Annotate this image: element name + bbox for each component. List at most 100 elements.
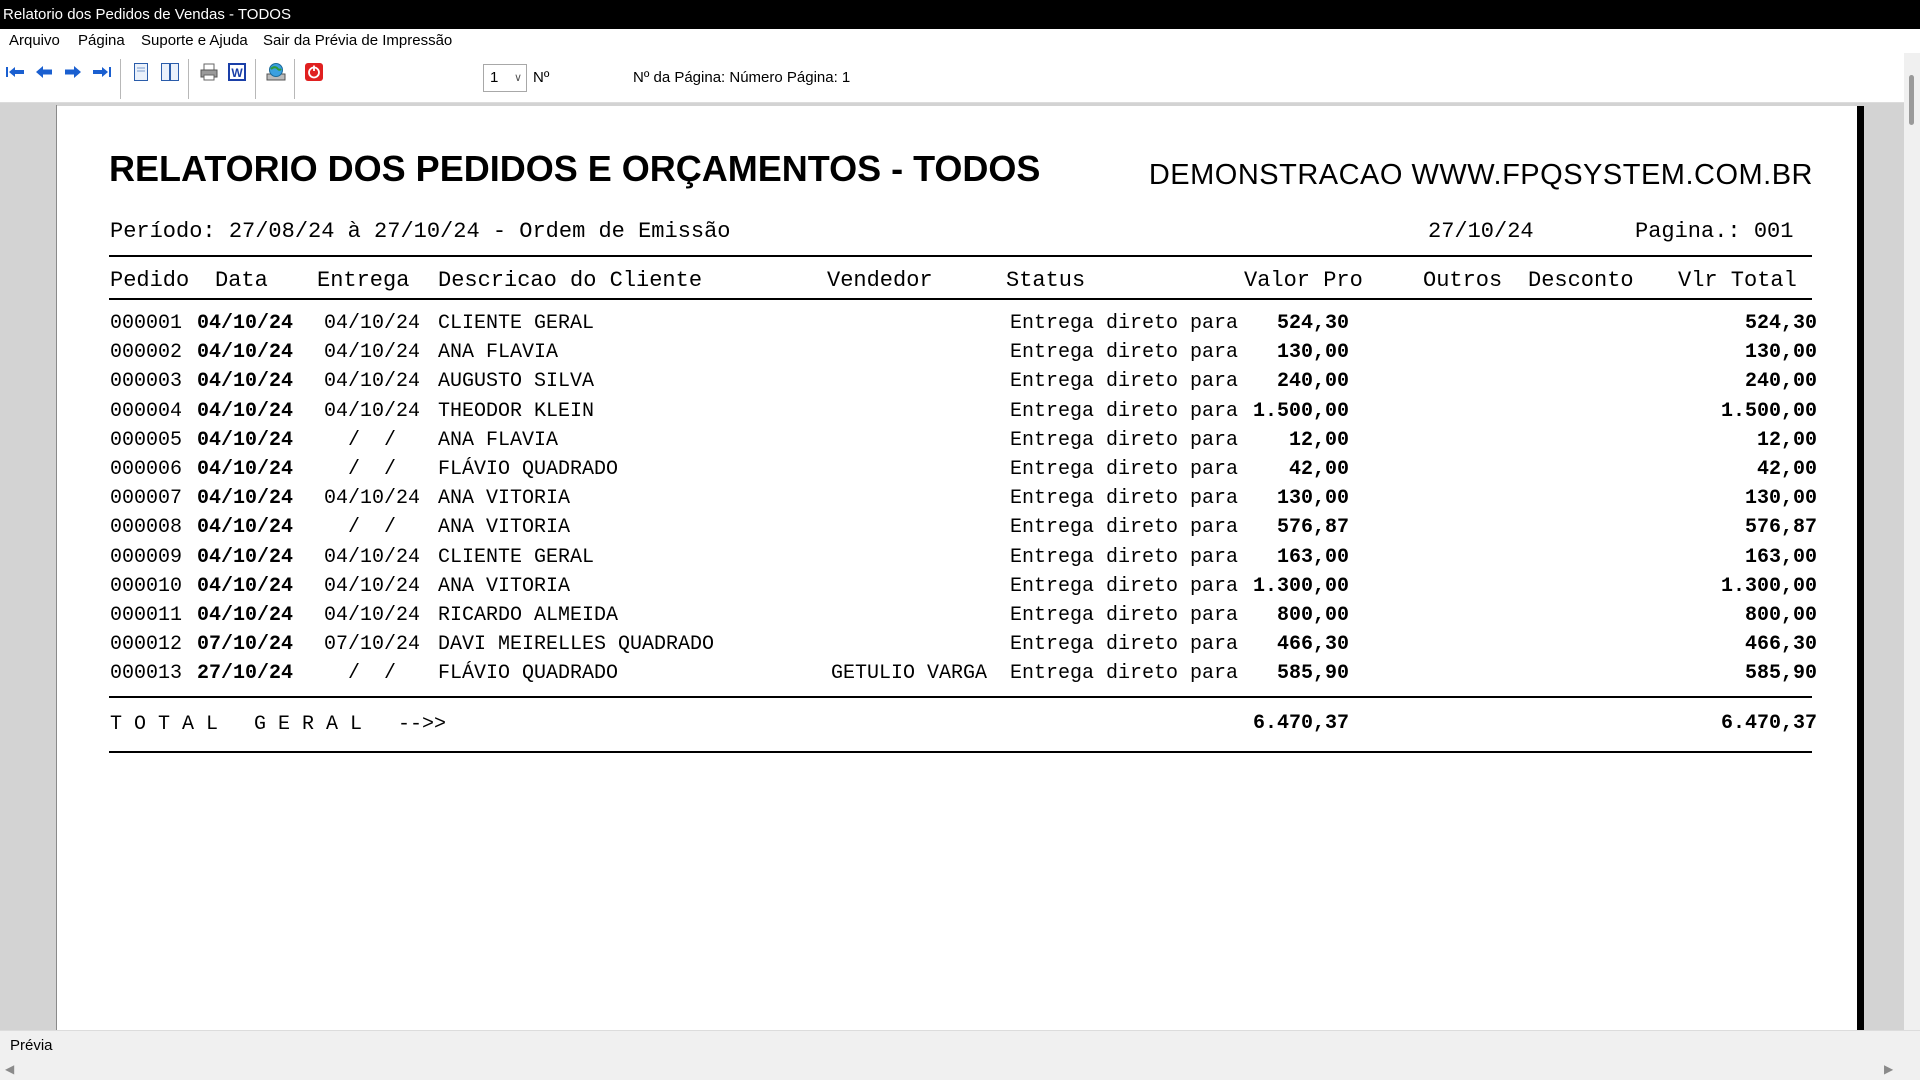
cell-data: 04/10/24 — [197, 458, 294, 481]
report-page: RELATORIO DOS PEDIDOS E ORÇAMENTOS - TOD… — [57, 106, 1864, 1030]
cell-pedido: 000010 — [110, 574, 183, 598]
col-header-entrega: Entrega — [317, 268, 410, 293]
single-page-icon[interactable] — [130, 61, 152, 83]
toolbar-separator — [188, 59, 189, 99]
page-number-value: 1 — [490, 69, 499, 86]
two-page-icon[interactable] — [159, 61, 181, 83]
cell-data: 04/10/24 — [197, 428, 294, 452]
report-page-number: Pagina.: 001 — [1635, 219, 1794, 244]
scroll-right-icon[interactable]: ▶ — [1884, 1062, 1893, 1076]
print-icon[interactable] — [198, 61, 220, 83]
menu-suporte-ajuda[interactable]: Suporte e Ajuda — [141, 29, 248, 53]
col-header-valor: Valor Pro — [1244, 268, 1363, 293]
cell-entrega: 04/10/24 — [324, 312, 421, 335]
page-number-suffix: Nº — [533, 69, 550, 86]
cell-data: 04/10/24 — [197, 516, 294, 540]
last-page-icon[interactable] — [91, 61, 113, 83]
next-page-icon[interactable] — [62, 61, 84, 83]
preview-viewport[interactable]: RELATORIO DOS PEDIDOS E ORÇAMENTOS - TOD… — [0, 103, 1904, 1030]
total-bottom-rule — [109, 751, 1812, 753]
page-number-select[interactable]: 1 ∨ — [483, 64, 527, 92]
col-header-cliente: Descricao do Cliente — [438, 268, 703, 293]
cell-valor: 576,87 — [1276, 516, 1349, 540]
header-top-rule — [109, 255, 1812, 257]
cell-cliente: CLIENTE GERAL — [438, 312, 595, 335]
cell-pedido: 000004 — [110, 399, 183, 423]
cell-total: 576,87 — [1744, 516, 1817, 540]
cell-pedido: 000009 — [110, 545, 183, 569]
web-export-icon[interactable] — [265, 61, 287, 83]
cell-entrega: / / — [324, 662, 397, 686]
cell-pedido: 000001 — [110, 312, 183, 335]
cell-total: 524,30 — [1744, 312, 1817, 335]
cell-cliente: RICARDO ALMEIDA — [438, 604, 619, 627]
toolbar-separator — [120, 59, 121, 99]
word-export-icon[interactable]: W — [226, 61, 248, 83]
cell-pedido: 000007 — [110, 487, 183, 511]
cell-pedido: 000008 — [110, 516, 183, 540]
cell-total: 12,00 — [1756, 428, 1817, 452]
status-text: Prévia — [10, 1037, 53, 1054]
cell-entrega: / / — [324, 516, 397, 540]
cell-total: 585,90 — [1744, 662, 1817, 686]
cell-entrega: 07/10/24 — [324, 633, 421, 657]
cell-cliente: FLÁVIO QUADRADO — [438, 662, 619, 686]
cell-data: 04/10/24 — [197, 487, 294, 511]
cell-total: 130,00 — [1744, 487, 1817, 511]
col-header-status: Status — [1006, 268, 1086, 293]
report-title: RELATORIO DOS PEDIDOS E ORÇAMENTOS - TOD… — [109, 148, 1041, 189]
cell-entrega: 04/10/24 — [324, 574, 421, 598]
cell-data: 04/10/24 — [197, 370, 294, 394]
cell-valor: 524,30 — [1276, 312, 1349, 335]
prev-page-icon[interactable] — [33, 61, 55, 83]
svg-text:W: W — [231, 66, 243, 80]
cell-vendedor: GETULIO VARGA — [831, 662, 988, 686]
cell-valor: 585,90 — [1276, 662, 1349, 686]
toolbar: W 1 ∨ Nº Nº da Página: Número Página: 1 — [0, 53, 1904, 103]
horizontal-scrollbar[interactable]: ◀ ▶ — [0, 1060, 1920, 1080]
first-page-icon[interactable] — [4, 61, 26, 83]
cell-cliente: CLIENTE GERAL — [438, 545, 595, 569]
col-header-total: Vlr Total — [1678, 268, 1797, 293]
cell-data: 27/10/24 — [197, 662, 294, 686]
cell-total: 240,00 — [1744, 370, 1817, 394]
cell-data: 04/10/24 — [197, 341, 294, 365]
cell-valor: 12,00 — [1288, 428, 1349, 452]
cell-valor: 130,00 — [1276, 487, 1349, 511]
cell-pedido: 000005 — [110, 428, 183, 452]
vertical-scroll-thumb[interactable] — [1909, 75, 1914, 125]
cell-cliente: ANA VITORIA — [438, 516, 571, 540]
cell-cliente: ANA VITORIA — [438, 487, 571, 511]
col-header-pedido: Pedido — [110, 268, 190, 293]
cell-data: 07/10/24 — [197, 633, 294, 657]
close-preview-icon[interactable] — [303, 61, 325, 83]
scroll-left-icon[interactable]: ◀ — [5, 1062, 14, 1076]
cell-cliente: AUGUSTO SILVA — [438, 370, 595, 394]
menu-arquivo[interactable]: Arquivo — [9, 29, 60, 53]
cell-entrega: 04/10/24 — [324, 399, 421, 423]
cell-valor: 1.500,00 — [1252, 399, 1349, 423]
cell-entrega: 04/10/24 — [324, 487, 421, 511]
cell-entrega: / / — [324, 428, 397, 452]
total-label: T O T A L G E R A L -->> — [110, 713, 447, 736]
cell-total: 163,00 — [1744, 545, 1817, 569]
cell-cliente: ANA FLAVIA — [438, 341, 559, 365]
chevron-down-icon: ∨ — [513, 72, 522, 84]
cell-total: 1.300,00 — [1720, 574, 1817, 598]
cell-pedido: 000006 — [110, 458, 183, 481]
cell-cliente: ANA VITORIA — [438, 574, 571, 598]
window-title: Relatorio dos Pedidos de Vendas - TODOS — [0, 0, 1920, 29]
col-header-vendedor: Vendedor — [827, 268, 933, 293]
toolbar-separator — [294, 59, 295, 99]
menu-sair-previa[interactable]: Sair da Prévia de Impressão — [263, 29, 452, 53]
vertical-scrollbar[interactable] — [1904, 53, 1920, 1030]
cell-pedido: 000011 — [110, 604, 183, 627]
col-header-data: Data — [215, 268, 268, 293]
cell-valor: 42,00 — [1288, 458, 1349, 481]
cell-total: 466,30 — [1744, 633, 1817, 657]
cell-valor: 466,30 — [1276, 633, 1349, 657]
menu-pagina[interactable]: Página — [78, 29, 125, 53]
cell-valor: 1.300,00 — [1252, 574, 1349, 598]
cell-cliente: DAVI MEIRELLES QUADRADO — [438, 633, 715, 657]
cell-entrega: 04/10/24 — [324, 341, 421, 365]
